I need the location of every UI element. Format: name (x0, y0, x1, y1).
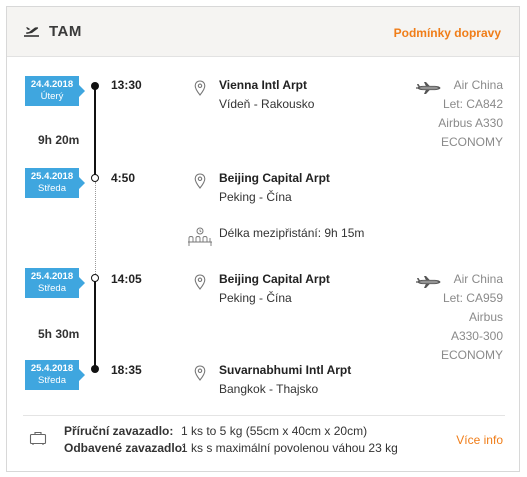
aircraft-model: A330-300 (450, 329, 503, 343)
checked-baggage-label: Odbavené zavazadlo: (64, 441, 187, 455)
arrival-date-badge: 25.4.2018 Středa (25, 168, 85, 198)
airplane-icon (416, 276, 441, 288)
waiting-seats-icon (188, 227, 212, 246)
map-pin-icon (194, 80, 206, 96)
map-pin-icon (194, 173, 206, 189)
weekday: Úterý (40, 91, 64, 102)
aircraft-type: Airbus A330 (438, 116, 503, 130)
timeline-segment-2 (94, 278, 96, 369)
date: 25.4.2018 (30, 363, 74, 374)
carrier-info: Air China Let: CA842 Airbus A330 ECONOMY (438, 76, 503, 152)
departure-time: 14:05 (111, 272, 142, 286)
timeline-dot (91, 274, 99, 282)
flight-duration: 5h 30m (38, 327, 80, 341)
arrival-airport: Suvarnabhumi Intl Arpt (219, 363, 352, 377)
divider (23, 415, 505, 416)
flight-number: Let: CA959 (442, 291, 503, 305)
timeline-dot (91, 82, 99, 90)
arrival-place: Peking - Čína (219, 190, 292, 204)
airplane-icon (416, 82, 441, 94)
arrival-time: 18:35 (111, 363, 142, 377)
transport-conditions-link[interactable]: Podmínky dopravy (394, 26, 501, 40)
carrier-info: Air China Let: CA959 Airbus A330-300 ECO… (441, 270, 503, 365)
weekday: Středa (38, 183, 66, 194)
flight-duration: 9h 20m (38, 133, 80, 147)
carry-on-label: Příruční zavazadlo: (64, 424, 174, 438)
luggage-icon (29, 431, 47, 445)
cabin-class: ECONOMY (440, 348, 503, 362)
arrival-place: Bangkok - Thajsko (219, 382, 319, 396)
card-header: TAM Podmínky dopravy (7, 7, 519, 57)
departure-place: Peking - Čína (219, 291, 292, 305)
arrival-airport: Beijing Capital Arpt (219, 171, 330, 185)
carry-on-value: 1 ks to 5 kg (55cm x 40cm x 20cm) (181, 424, 368, 438)
departure-airport: Vienna Intl Arpt (219, 78, 308, 92)
departure-airport: Beijing Capital Arpt (219, 272, 330, 286)
departure-place: Vídeň - Rakousko (219, 97, 315, 111)
timeline-dot (91, 174, 99, 182)
aircraft-type: Airbus (468, 310, 503, 324)
date: 25.4.2018 (30, 171, 74, 182)
carrier-name: Air China (453, 78, 503, 92)
timeline-layover-dotted (94, 182, 96, 274)
arrival-date-badge: 25.4.2018 Středa (25, 360, 85, 390)
plane-departure-icon (24, 27, 39, 37)
flight-number: Let: CA842 (442, 97, 503, 111)
layover-duration: Délka mezipřistání: 9h 15m (219, 226, 365, 240)
timeline-dot (91, 365, 99, 373)
map-pin-icon (194, 365, 206, 381)
departure-time: 13:30 (111, 78, 142, 92)
date: 24.4.2018 (30, 79, 74, 90)
carrier-name: Air China (453, 272, 503, 286)
flight-direction-card: TAM Podmínky dopravy 24.4.2018 Úterý 13:… (6, 6, 520, 472)
cabin-class: ECONOMY (440, 135, 503, 149)
direction-title: TAM (49, 23, 82, 40)
timeline-segment-1 (94, 86, 96, 178)
weekday: Středa (38, 375, 66, 386)
departure-date-badge: 25.4.2018 Středa (25, 268, 85, 298)
arrival-time: 4:50 (111, 171, 136, 185)
more-info-link[interactable]: Více info (456, 433, 503, 447)
weekday: Středa (38, 283, 66, 294)
checked-baggage-value: 1 ks s maximální povolenou váhou 23 kg (181, 441, 398, 455)
date: 25.4.2018 (30, 271, 74, 282)
map-pin-icon (194, 274, 206, 290)
departure-date-badge: 24.4.2018 Úterý (25, 76, 85, 106)
